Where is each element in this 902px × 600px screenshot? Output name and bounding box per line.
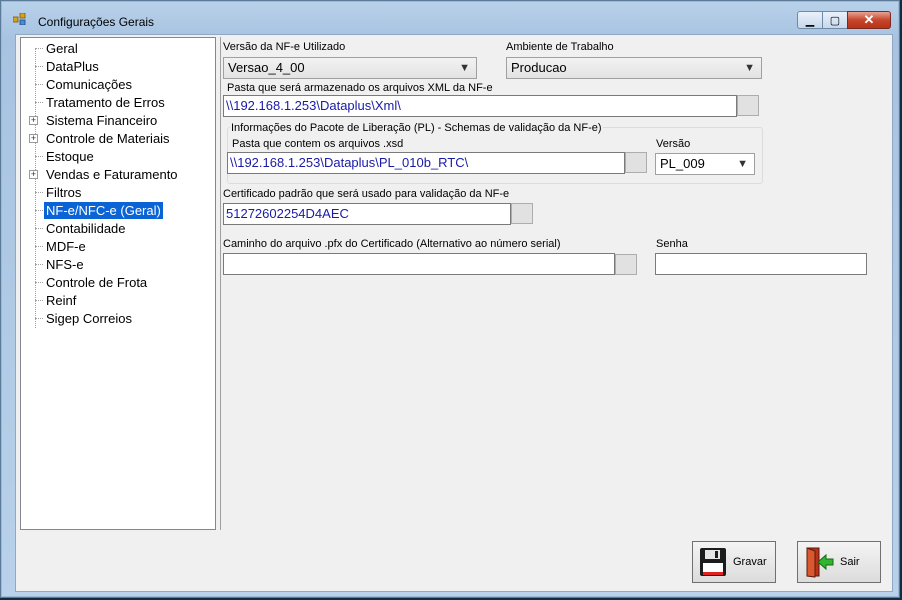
tree-item-label: DataPlus	[46, 59, 99, 74]
exit-door-icon	[806, 547, 834, 578]
tree-item[interactable]: Comunicações	[21, 76, 211, 93]
tree-item[interactable]: + Sistema Financeiro	[21, 112, 211, 129]
tree-item-label: MDF-e	[46, 239, 86, 254]
tree-item[interactable]: Tratamento de Erros	[21, 94, 211, 111]
sair-button[interactable]: Sair	[797, 541, 881, 583]
tree-connector-line	[35, 48, 43, 49]
close-icon: ✕	[863, 12, 875, 27]
pasta-xsd-browse-button[interactable]	[625, 152, 647, 173]
tree-connector-line	[35, 282, 43, 283]
expand-plus-icon[interactable]: +	[29, 170, 38, 179]
pl-versao-value: PL_009	[660, 156, 705, 171]
pfx-browse-button[interactable]	[615, 254, 637, 275]
tree-item-label: Controle de Frota	[46, 275, 148, 290]
close-button[interactable]: ✕	[847, 11, 891, 29]
tree-connector-line	[35, 210, 43, 211]
pl-group-label: Informações do Pacote de Liberação (PL) …	[230, 122, 603, 134]
tree-item-label: Sigep Correios	[46, 311, 132, 326]
tree-item-label: Tratamento de Erros	[46, 95, 165, 110]
versao-label: Versão da NF-e Utilizado	[223, 41, 346, 53]
certificado-browse-button[interactable]	[511, 203, 533, 224]
tree-item[interactable]: + Controle de Materiais	[21, 130, 211, 147]
save-disk-icon	[700, 548, 726, 576]
tree-connector-line	[35, 84, 43, 85]
ambiente-select[interactable]: Producao ▼	[506, 57, 762, 79]
tree-item-label: NFS-e	[46, 257, 84, 272]
tree-item-label: Estoque	[46, 149, 94, 164]
ambiente-value: Producao	[511, 60, 567, 75]
tree-item[interactable]: Sigep Correios	[21, 310, 211, 327]
tree-item[interactable]: Estoque	[21, 148, 211, 165]
tree-item-label: Filtros	[46, 185, 82, 200]
splitter[interactable]	[217, 37, 221, 530]
minimize-icon: ▁	[805, 14, 815, 27]
tree-item-label: Geral	[46, 41, 78, 56]
versao-value: Versao_4_00	[228, 60, 305, 75]
tree-item[interactable]: Geral	[21, 40, 211, 57]
pasta-xml-label: Pasta que será armazenado os arquivos XM…	[227, 82, 493, 94]
maximize-icon: ▢	[829, 14, 841, 27]
tree-item-label: Contabilidade	[46, 221, 126, 236]
pfx-input[interactable]	[223, 253, 615, 275]
app-icon	[13, 13, 26, 25]
gravar-label: Gravar	[733, 556, 767, 568]
tree-item-label: Vendas e Faturamento	[46, 167, 178, 182]
client-area: Geral DataPlus Comunicações Tratamento de E…	[15, 34, 893, 592]
tree-item[interactable]: MDF-e	[21, 238, 211, 255]
tree-item-label: Sistema Financeiro	[46, 113, 158, 128]
pl-versao-select[interactable]: PL_009 ▼	[655, 153, 755, 175]
tree-item-label: NF-e/NFC-e (Geral)	[44, 202, 163, 219]
tree-item[interactable]: Filtros	[21, 184, 211, 201]
pasta-xml-browse-button[interactable]	[737, 95, 759, 116]
maximize-button[interactable]: ▢	[822, 11, 848, 29]
certificado-input[interactable]: 51272602254D4AEC	[223, 203, 511, 225]
pl-versao-label: Versão	[656, 138, 691, 150]
tree-item[interactable]: Controle de Frota	[21, 274, 211, 291]
tree-connector-line	[35, 264, 43, 265]
tree-connector-line	[35, 66, 43, 67]
tree-item[interactable]: DataPlus	[21, 58, 211, 75]
expand-plus-icon[interactable]: +	[29, 116, 38, 125]
minimize-button[interactable]: ▁	[797, 11, 823, 29]
settings-window: Configurações Gerais ▁ ▢ ✕ Geral DataPlus…	[0, 0, 900, 598]
gravar-button[interactable]: Gravar	[692, 541, 776, 583]
chevron-down-icon: ▼	[737, 158, 748, 170]
certificado-label: Certificado padrão que será usado para v…	[223, 188, 510, 200]
versao-select[interactable]: Versao_4_00 ▼	[223, 57, 477, 79]
title-bar[interactable]: Configurações Gerais ▁ ▢ ✕	[1, 1, 899, 33]
tree-connector-line	[35, 246, 43, 247]
tree-item[interactable]: + Vendas e Faturamento	[21, 166, 211, 183]
tree-connector-line	[35, 318, 43, 319]
tree-connector-line	[35, 300, 43, 301]
expand-plus-icon[interactable]: +	[29, 134, 38, 143]
pasta-xml-input[interactable]: \\192.168.1.253\Dataplus\Xml\	[223, 95, 737, 117]
pasta-xsd-label: Pasta que contem os arquivos .xsd	[232, 138, 404, 150]
ambiente-label: Ambiente de Trabalho	[506, 41, 614, 53]
sair-label: Sair	[840, 556, 860, 568]
tree-connector-line	[35, 228, 43, 229]
pasta-xsd-input[interactable]: \\192.168.1.253\Dataplus\PL_010b_RTC\	[227, 152, 625, 174]
tree-connector-line	[35, 192, 43, 193]
tree-item[interactable]: NFS-e	[21, 256, 211, 273]
window-title: Configurações Gerais	[38, 15, 155, 29]
tree-connector-line	[35, 156, 43, 157]
tree-item[interactable]: NF-e/NFC-e (Geral)	[21, 202, 211, 219]
tree-item-label: Reinf	[46, 293, 77, 308]
tree-item-label: Comunicações	[46, 77, 132, 92]
chevron-down-icon: ▼	[744, 62, 755, 74]
senha-label: Senha	[656, 238, 688, 250]
chevron-down-icon: ▼	[459, 62, 470, 74]
tree-item[interactable]: Reinf	[21, 292, 211, 309]
pfx-label: Caminho do arquivo .pfx do Certificado (…	[223, 238, 561, 250]
senha-input[interactable]	[655, 253, 867, 275]
settings-tree[interactable]: Geral DataPlus Comunicações Tratamento de E…	[20, 37, 216, 530]
tree-item[interactable]: Contabilidade	[21, 220, 211, 237]
tree-connector-line	[35, 102, 43, 103]
tree-item-label: Controle de Materiais	[46, 131, 170, 146]
